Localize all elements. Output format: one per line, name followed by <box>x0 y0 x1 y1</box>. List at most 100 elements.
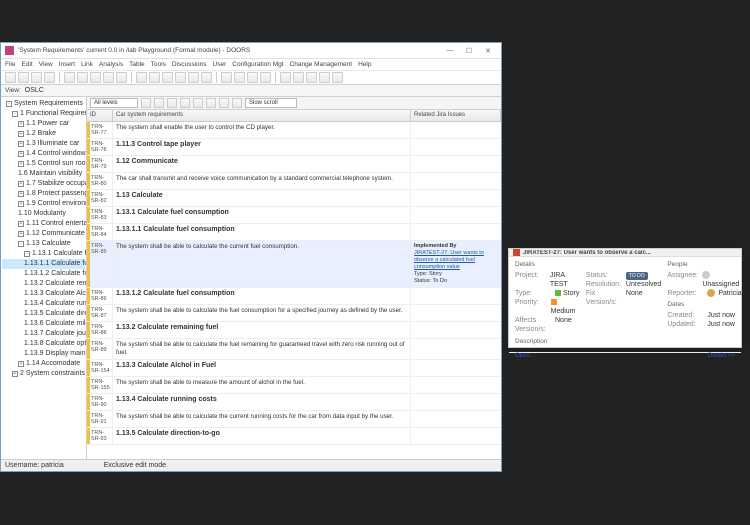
col-id[interactable]: ID <box>87 110 113 121</box>
toolbar-button[interactable] <box>103 72 114 83</box>
menu-tools[interactable]: Tools <box>151 61 166 68</box>
col-jira[interactable]: Related Jira Issues <box>411 110 501 121</box>
tree-node[interactable]: 1.13.2 Calculate remaini <box>2 279 85 289</box>
tree-node[interactable]: -1 Functional Requirements <box>2 109 85 119</box>
toolbar-button[interactable] <box>5 72 16 83</box>
table-row[interactable]: TRN-SR-155The system shall be able to me… <box>87 377 501 394</box>
scroll-dropdown[interactable]: Slow scroll <box>245 98 297 108</box>
tree-node[interactable]: 1.13.7 Calculate journey <box>2 329 85 339</box>
tree-node[interactable]: -1.13.1 Calculate fuel con <box>2 249 85 259</box>
table-row[interactable]: TRN-SR-881.13.2 Calculate remaining fuel <box>87 322 501 339</box>
table-row[interactable]: TRN-SR-841.13.1.1 Calculate fuel consump… <box>87 224 501 241</box>
toolbar-button[interactable] <box>64 72 75 83</box>
filter-icon-2[interactable] <box>154 98 164 108</box>
menu-insert[interactable]: Insert <box>59 61 75 68</box>
table-row[interactable]: TRN-SR-791.12 Communicate <box>87 156 501 173</box>
menu-file[interactable]: File <box>5 61 15 68</box>
tree-node[interactable]: +1.1 Power car <box>2 119 85 129</box>
toolbar-button[interactable] <box>90 72 101 83</box>
minimize-button[interactable]: — <box>441 45 459 57</box>
tree-node[interactable]: 1.6 Maintain visibility <box>2 169 85 179</box>
filter-icon-3[interactable] <box>167 98 177 108</box>
table-row[interactable]: TRN-SR-85The system shall be able to cal… <box>87 241 501 288</box>
maximize-button[interactable]: ☐ <box>460 45 478 57</box>
toolbar-button[interactable] <box>201 72 212 83</box>
tree-node[interactable]: 1.13.5 Calculate directio <box>2 309 85 319</box>
table-row[interactable]: TRN-SR-931.13.5 Calculate direction-to-g… <box>87 428 501 445</box>
table-row[interactable]: TRN-SR-831.13.1 Calculate fuel consumpti… <box>87 207 501 224</box>
toolbar-button[interactable] <box>149 72 160 83</box>
jira-link[interactable]: JIRATEST-27: User wants to observe a cal… <box>414 250 484 270</box>
toolbar-button[interactable] <box>234 72 245 83</box>
view-value[interactable]: OSLC <box>25 87 44 94</box>
tree-node[interactable]: +1.14 Accomodate <box>2 359 85 369</box>
table-row[interactable]: TRN-SR-89The system shall be able to cal… <box>87 339 501 360</box>
table-row[interactable]: TRN-SR-87The system shall be able to cal… <box>87 305 501 322</box>
toolbar-button[interactable] <box>44 72 55 83</box>
module-tree[interactable]: -System Requirements-1 Functional Requir… <box>1 97 87 459</box>
toolbar-button[interactable] <box>280 72 291 83</box>
tree-node[interactable]: +2 System constraints <box>2 369 85 379</box>
tree-node[interactable]: 1.13.3 Calculate Alchol i <box>2 289 85 299</box>
tree-node[interactable]: +1.5 Control sun roof <box>2 159 85 169</box>
table-row[interactable]: TRN-SR-77The system shall enable the use… <box>87 122 501 139</box>
details-link[interactable]: Details >> <box>708 353 735 359</box>
jira-panel-header[interactable]: JIRATEST-27: User wants to observe a cal… <box>509 249 741 257</box>
close-button[interactable]: ✕ <box>479 45 497 57</box>
table-row[interactable]: TRN-SR-80The car shall transmit and rece… <box>87 173 501 190</box>
tree-node[interactable]: +1.4 Control windows <box>2 149 85 159</box>
menu-analysis[interactable]: Analysis <box>99 61 123 68</box>
filter-icon-7[interactable] <box>219 98 229 108</box>
tree-node[interactable]: +1.8 Protect passengers <box>2 189 85 199</box>
tree-node[interactable]: +1.12 Communicate <box>2 229 85 239</box>
table-row[interactable]: TRN-SR-91The system shall be able to cal… <box>87 411 501 428</box>
col-text[interactable]: Car system requirements <box>113 110 411 121</box>
menu-view[interactable]: View <box>39 61 53 68</box>
tree-node[interactable]: 1.10 Modularity <box>2 209 85 219</box>
menu-discussions[interactable]: Discussions <box>172 61 207 68</box>
tree-node[interactable]: 1.13.6 Calculate milestro <box>2 319 85 329</box>
toolbar-button[interactable] <box>293 72 304 83</box>
filter-icon-5[interactable] <box>193 98 203 108</box>
tree-node[interactable]: 1.13.4 Calculate running <box>2 299 85 309</box>
table-row[interactable]: TRN-SR-781.11.3 Control tape player <box>87 139 501 156</box>
tree-node[interactable]: +1.3 Illuminate car <box>2 139 85 149</box>
toolbar-button[interactable] <box>188 72 199 83</box>
menu-link[interactable]: Link <box>81 61 93 68</box>
toolbar-button[interactable] <box>77 72 88 83</box>
tree-node[interactable]: 1.13.9 Display main map <box>2 349 85 359</box>
menu-user[interactable]: User <box>213 61 227 68</box>
toolbar-button[interactable] <box>332 72 343 83</box>
grid-rows[interactable]: TRN-SR-77The system shall enable the use… <box>87 122 501 459</box>
open-link[interactable]: Open... <box>515 353 535 359</box>
tree-node[interactable]: +1.11 Control entertainment <box>2 219 85 229</box>
toolbar-button[interactable] <box>319 72 330 83</box>
toolbar-button[interactable] <box>221 72 232 83</box>
table-row[interactable]: TRN-SR-901.13.4 Calculate running costs <box>87 394 501 411</box>
tree-node[interactable]: -1.13 Calculate <box>2 239 85 249</box>
toolbar-button[interactable] <box>18 72 29 83</box>
menu-edit[interactable]: Edit <box>21 61 32 68</box>
menu-change-management[interactable]: Change Management <box>290 61 353 68</box>
tree-node[interactable]: 1.13.8 Calculate optimum <box>2 339 85 349</box>
tree-node[interactable]: +1.9 Control environmental <box>2 199 85 209</box>
levels-dropdown[interactable]: All levels <box>90 98 138 108</box>
titlebar[interactable]: 'System Requirements' current 0.0 in /la… <box>1 43 501 59</box>
menu-table[interactable]: Table <box>129 61 145 68</box>
menu-help[interactable]: Help <box>358 61 371 68</box>
tree-node[interactable]: 1.13.1.2 Calculate fu <box>2 269 85 279</box>
toolbar-button[interactable] <box>260 72 271 83</box>
table-row[interactable]: TRN-SR-821.13 Calculate <box>87 190 501 207</box>
table-row[interactable]: TRN-SR-861.13.1.2 Calculate fuel consump… <box>87 288 501 305</box>
filter-icon[interactable] <box>141 98 151 108</box>
filter-icon-8[interactable] <box>232 98 242 108</box>
tree-node[interactable]: -System Requirements <box>2 99 85 109</box>
tree-node[interactable]: 1.13.1.1 Calculate fu <box>2 259 85 269</box>
tree-node[interactable]: +1.2 Brake <box>2 129 85 139</box>
toolbar-button[interactable] <box>116 72 127 83</box>
table-row[interactable]: TRN-SR-1541.13.3 Calculate Alchol in Fue… <box>87 360 501 377</box>
toolbar-button[interactable] <box>175 72 186 83</box>
tree-node[interactable]: +1.7 Stabilize occupants <box>2 179 85 189</box>
toolbar-button[interactable] <box>136 72 147 83</box>
toolbar-button[interactable] <box>247 72 258 83</box>
